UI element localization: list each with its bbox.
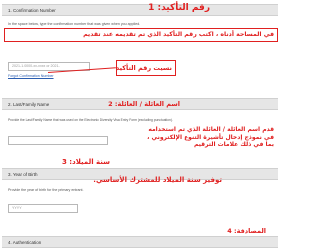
section-header-authentication: 4. Authentication bbox=[2, 236, 278, 248]
birth-year-input[interactable]: YYYY bbox=[8, 204, 78, 213]
annotation-confirmation-desc: في المساحة أدناه ، اكتب رقم التأكيد الذي… bbox=[83, 31, 274, 38]
section-header-confirmation: 1. Confirmation Number bbox=[2, 4, 278, 16]
annotation-auth-title: المصادقة: 4 bbox=[227, 227, 266, 235]
annotation-forgot: نسيت رقم التأكيد bbox=[115, 64, 172, 72]
annotation-birth-desc: توفير سنة الميلاد للمشترك الأساسي. bbox=[93, 176, 222, 184]
confirmation-instruction: In the space below, type the confirmatio… bbox=[8, 22, 141, 26]
lastname-instruction: Provide the Last/Family Name that was us… bbox=[8, 118, 173, 122]
annotation-confirmation-title: رقم التأكيد: 1 bbox=[148, 3, 210, 13]
annotation-lastname-desc: قدم اسم العائلة / العائلة الذي تم استخدا… bbox=[147, 126, 274, 148]
birth-year-instruction: Provide the year of birth for the primar… bbox=[8, 188, 84, 192]
lastname-input[interactable] bbox=[8, 136, 108, 145]
annotation-lastname-title: اسم العائلة / العائلة: 2 bbox=[108, 100, 180, 108]
annotation-birth-title: سنة الميلاد: 3 bbox=[62, 158, 111, 166]
forgot-confirmation-link[interactable]: Forgot Confirmation Number bbox=[8, 74, 54, 78]
